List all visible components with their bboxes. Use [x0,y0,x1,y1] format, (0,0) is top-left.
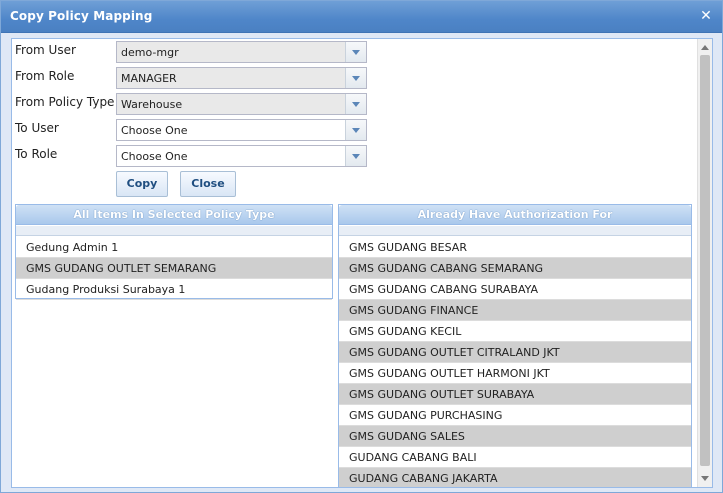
to-role-combo[interactable]: Choose One [116,145,367,167]
all-items-panel: All Items In Selected Policy Type Gedung… [15,204,333,300]
from-user-combo[interactable]: demo-mgr [116,41,367,63]
scroll-down-icon[interactable] [698,472,712,486]
to-role-value: Choose One [121,150,188,163]
chevron-down-icon[interactable] [345,146,366,166]
list-item[interactable]: GMS GUDANG KECIL [339,321,691,342]
to-user-label: To User [15,121,59,135]
list-item[interactable]: GMS GUDANG OUTLET CITRALAND JKT [339,342,691,363]
all-items-panel-header: All Items In Selected Policy Type [16,205,332,225]
list-item[interactable]: GMS GUDANG BESAR [339,237,691,258]
from-role-label: From Role [15,69,75,83]
from-policy-type-label: From Policy Type [15,95,115,109]
authorized-panel: Already Have Authorization For GMS GUDAN… [338,204,692,487]
from-user-value: demo-mgr [121,46,179,59]
vertical-scrollbar[interactable] [697,39,712,487]
list-item[interactable]: Gudang Produksi Surabaya 1 [16,279,332,300]
list-item[interactable]: GMS GUDANG OUTLET SEMARANG [16,258,332,279]
from-role-value: MANAGER [121,72,177,85]
scroll-thumb[interactable] [700,55,710,466]
list-item[interactable]: GMS GUDANG CABANG SURABAYA [339,279,691,300]
list-item[interactable]: GMS GUDANG OUTLET HARMONI JKT [339,363,691,384]
chevron-down-icon[interactable] [345,120,366,140]
close-icon[interactable]: ✕ [698,8,714,24]
chevron-down-icon[interactable] [345,42,366,62]
list-item[interactable]: GUDANG CABANG BALI [339,447,691,468]
from-role-combo[interactable]: MANAGER [116,67,367,89]
all-items-column-header [16,226,332,236]
list-item[interactable]: GMS GUDANG PURCHASING [339,405,691,426]
to-user-combo[interactable]: Choose One [116,119,367,141]
authorized-panel-title: Already Have Authorization For [417,208,613,221]
to-role-label: To Role [15,147,58,161]
dialog-title: Copy Policy Mapping [10,9,153,23]
list-item[interactable]: GMS GUDANG CABANG SEMARANG [339,258,691,279]
all-items-panel-title: All Items In Selected Policy Type [73,208,275,221]
copy-button[interactable]: Copy [116,171,168,197]
list-item[interactable]: GUDANG CABANG JAKARTA [339,468,691,487]
list-item[interactable]: GMS GUDANG SALES [339,426,691,447]
list-item[interactable]: GMS GUDANG OUTLET SURABAYA [339,384,691,405]
from-policy-type-value: Warehouse [121,98,183,111]
close-button[interactable]: Close [180,171,236,197]
title-bar[interactable]: Copy Policy Mapping ✕ [1,1,722,33]
all-items-list: Gedung Admin 1 GMS GUDANG OUTLET SEMARANG… [16,237,332,300]
from-user-label: From User [15,43,76,57]
list-item[interactable]: GMS GUDANG FINANCE [339,300,691,321]
list-item[interactable]: Gedung Admin 1 [16,237,332,258]
dialog-body: From User demo-mgr From Role MANAGER Fro… [11,38,713,488]
to-user-value: Choose One [121,124,188,137]
chevron-down-icon[interactable] [345,94,366,114]
scroll-up-icon[interactable] [698,40,712,54]
chevron-down-icon[interactable] [345,68,366,88]
authorized-column-header [339,226,691,236]
authorized-list: GMS GUDANG BESAR GMS GUDANG CABANG SEMARA… [339,237,691,487]
from-policy-type-combo[interactable]: Warehouse [116,93,367,115]
copy-policy-mapping-dialog: Copy Policy Mapping ✕ From User demo-mgr… [0,0,723,493]
authorized-panel-header: Already Have Authorization For [339,205,691,225]
